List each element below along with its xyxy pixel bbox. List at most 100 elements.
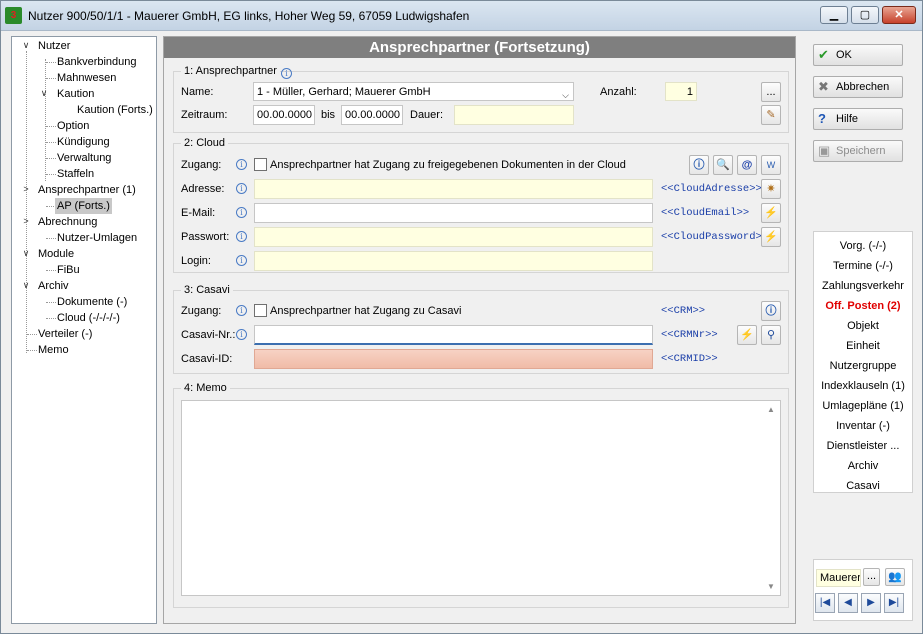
expand-chevron-icon[interactable]: ∨ bbox=[21, 280, 31, 291]
related-item-umlageplaene[interactable]: Umlagepläne (1) bbox=[814, 396, 912, 416]
related-item-objekt[interactable]: Objekt bbox=[814, 316, 912, 336]
tree-item-memo[interactable]: Memo bbox=[36, 342, 71, 358]
record-more-button[interactable]: ... bbox=[863, 568, 880, 586]
lightning-icon[interactable]: ⚡ bbox=[761, 203, 781, 223]
cloud-access-checkbox-label[interactable]: Ansprechpartner hat Zugang zu freigegebe… bbox=[270, 159, 626, 171]
anzahl-field: 1 bbox=[665, 82, 697, 101]
help-question-icon: ? bbox=[818, 111, 826, 126]
related-item-nutzergruppe[interactable]: Nutzergruppe bbox=[814, 356, 912, 376]
crmid-tag: <<CRMID>> bbox=[661, 353, 718, 365]
tree-item-nutzer-umlagen[interactable]: Nutzer-Umlagen bbox=[55, 230, 139, 246]
cancel-x-icon: ✖ bbox=[818, 79, 829, 94]
expand-chevron-icon[interactable]: > bbox=[21, 184, 31, 194]
ok-button[interactable]: ✔ OK bbox=[813, 44, 903, 66]
casavi-access-checkbox-label[interactable]: Ansprechpartner hat Zugang zu Casavi bbox=[270, 305, 461, 317]
expand-chevron-icon[interactable]: ∨ bbox=[39, 88, 49, 99]
related-item-indexklauseln[interactable]: Indexklauseln (1) bbox=[814, 376, 912, 396]
related-item-vorg[interactable]: Vorg. (-/-) bbox=[814, 236, 912, 256]
lightning-icon[interactable]: ⚡ bbox=[761, 227, 781, 247]
tree-item-staffeln[interactable]: Staffeln bbox=[55, 166, 96, 182]
main-form: Ansprechpartner (Fortsetzung) 1: Ansprec… bbox=[163, 36, 796, 624]
info-icon[interactable]: i bbox=[236, 159, 247, 170]
memo-textarea[interactable]: ▲ ▼ bbox=[181, 400, 781, 596]
document-edit-icon[interactable]: ✎ bbox=[761, 105, 781, 125]
lightning-icon[interactable]: ⚡ bbox=[737, 325, 757, 345]
scroll-up-icon[interactable]: ▲ bbox=[767, 405, 775, 414]
email-at-icon[interactable]: @ bbox=[737, 155, 757, 175]
related-item-casavi[interactable]: Casavi bbox=[814, 476, 912, 496]
tree-item-dokumente[interactable]: Dokumente (-) bbox=[55, 294, 129, 310]
cancel-button[interactable]: ✖ Abbrechen bbox=[813, 76, 903, 98]
expand-chevron-icon[interactable]: ∨ bbox=[21, 40, 31, 51]
related-item-archiv[interactable]: Archiv bbox=[814, 456, 912, 476]
tree-item-nutzer[interactable]: Nutzer bbox=[36, 38, 72, 54]
tree-item-abrechnung[interactable]: Abrechnung bbox=[36, 214, 99, 230]
related-item-dienstleister[interactable]: Dienstleister ... bbox=[814, 436, 912, 456]
related-item-zahlungsverkehr[interactable]: Zahlungsverkehr bbox=[814, 276, 912, 296]
expand-chevron-icon[interactable]: ∨ bbox=[21, 248, 31, 259]
nav-prev-button[interactable]: ◀ bbox=[838, 593, 858, 613]
name-select[interactable]: 1 - Müller, Gerhard; Mauerer GmbH ⌵ bbox=[253, 82, 574, 101]
casavi-nr-field[interactable] bbox=[254, 325, 653, 345]
group-casavi: 3: Casavi Zugang: i Ansprechpartner hat … bbox=[173, 284, 789, 374]
people-icon[interactable]: 👥 bbox=[885, 568, 905, 586]
tree-item-ap-forts[interactable]: AP (Forts.) bbox=[55, 198, 112, 214]
tree-item-module[interactable]: Module bbox=[36, 246, 76, 262]
tree-item-mahnwesen[interactable]: Mahnwesen bbox=[55, 70, 118, 86]
scroll-down-icon[interactable]: ▼ bbox=[767, 582, 775, 591]
info-icon[interactable]: i bbox=[236, 329, 247, 340]
cloud-passwort-field[interactable] bbox=[254, 227, 653, 247]
minimize-button[interactable]: ▁ bbox=[820, 6, 848, 24]
casavi-id-label: Casavi-ID: bbox=[181, 353, 233, 365]
info-icon[interactable]: i bbox=[236, 183, 247, 194]
related-item-inventar[interactable]: Inventar (-) bbox=[814, 416, 912, 436]
name-select-value: 1 - Müller, Gerhard; Mauerer GmbH bbox=[257, 86, 431, 98]
tree-item-fibu[interactable]: FiBu bbox=[55, 262, 82, 278]
related-item-einheit[interactable]: Einheit bbox=[814, 336, 912, 356]
binoculars-icon[interactable]: ⚲ bbox=[761, 325, 781, 345]
globe-settings-icon[interactable]: ✷ bbox=[761, 179, 781, 199]
close-button[interactable]: ✕ bbox=[882, 6, 916, 24]
tree-item-kaution-forts[interactable]: Kaution (Forts.) bbox=[75, 102, 155, 118]
casavi-access-checkbox[interactable] bbox=[254, 304, 267, 317]
tree-item-kaution[interactable]: Kaution bbox=[55, 86, 96, 102]
tree-item-ansprechpartner[interactable]: Ansprechpartner (1) bbox=[36, 182, 138, 198]
tree-item-bankverbindung[interactable]: Bankverbindung bbox=[55, 54, 139, 70]
info-icon[interactable]: i bbox=[236, 231, 247, 242]
cloud-adresse-field[interactable] bbox=[254, 179, 653, 199]
app-window: 3 Nutzer 900/50/1/1 - Mauerer GmbH, EG l… bbox=[0, 0, 923, 634]
tree-item-kuendigung[interactable]: Kündigung bbox=[55, 134, 112, 150]
tree-item-verteiler[interactable]: Verteiler (-) bbox=[36, 326, 94, 342]
info-icon[interactable]: i bbox=[281, 68, 292, 79]
zeitraum-from-field[interactable]: 00.00.0000 bbox=[253, 105, 315, 125]
nav-first-button[interactable]: |◀ bbox=[815, 593, 835, 613]
memo-scrollbar[interactable]: ▲ ▼ bbox=[763, 401, 780, 595]
tree-item-verwaltung[interactable]: Verwaltung bbox=[55, 150, 113, 166]
nav-next-button[interactable]: ▶ bbox=[861, 593, 881, 613]
maximize-button[interactable]: ▢ bbox=[851, 6, 879, 24]
related-item-off-posten[interactable]: Off. Posten (2) bbox=[814, 296, 912, 316]
tree-item-cloud[interactable]: Cloud (-/-/-/-) bbox=[55, 310, 122, 326]
tree-item-archiv[interactable]: Archiv bbox=[36, 278, 71, 294]
nav-last-button[interactable]: ▶| bbox=[884, 593, 904, 613]
related-item-termine[interactable]: Termine (-/-) bbox=[814, 256, 912, 276]
info-icon[interactable]: i bbox=[236, 305, 247, 316]
tree-item-option[interactable]: Option bbox=[55, 118, 91, 134]
more-button[interactable]: ... bbox=[761, 82, 781, 102]
expand-chevron-icon[interactable]: > bbox=[21, 216, 31, 226]
help-button[interactable]: ? Hilfe bbox=[813, 108, 903, 130]
info-icon[interactable]: i bbox=[236, 255, 247, 266]
zeitraum-label: Zeitraum: bbox=[181, 109, 228, 121]
cloud-login-field[interactable] bbox=[254, 251, 653, 271]
info-icon[interactable]: i bbox=[236, 207, 247, 218]
cloud-email-field[interactable] bbox=[254, 203, 653, 223]
document-search-icon[interactable]: 🔍 bbox=[713, 155, 733, 175]
word-document-icon[interactable]: W bbox=[761, 155, 781, 175]
save-button[interactable]: ▣ Speichern bbox=[813, 140, 903, 162]
zeitraum-to-field[interactable]: 00.00.0000 bbox=[341, 105, 403, 125]
cloud-access-checkbox[interactable] bbox=[254, 158, 267, 171]
info-circle-icon[interactable]: ⓘ bbox=[761, 301, 781, 321]
checkmark-icon: ✔ bbox=[818, 47, 829, 62]
info-circle-icon[interactable]: ⓘ bbox=[689, 155, 709, 175]
passwort-label: Passwort: bbox=[181, 231, 230, 243]
